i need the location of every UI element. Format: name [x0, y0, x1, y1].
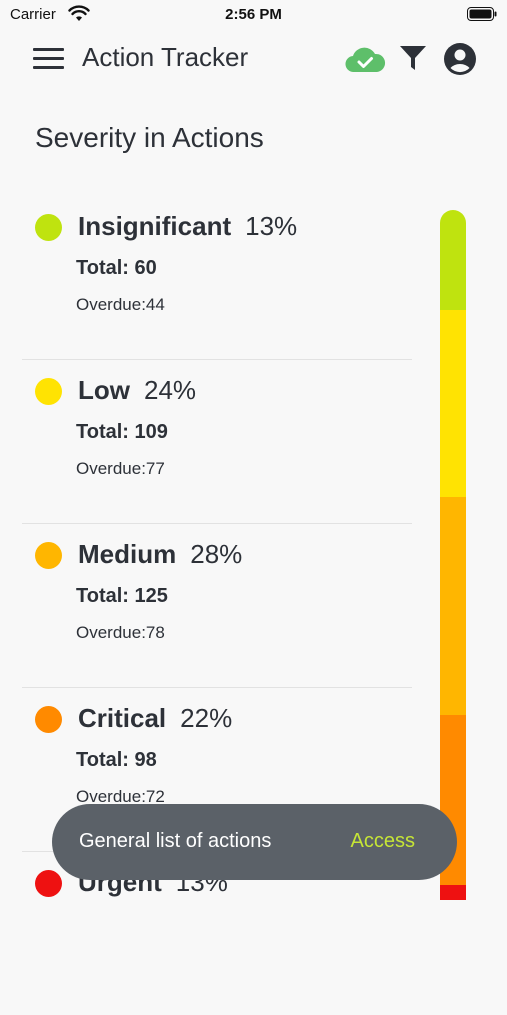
menu-icon[interactable]	[33, 48, 64, 70]
list-item-insignificant[interactable]: Insignificant 13% Total: 60 Overdue:44	[22, 196, 412, 360]
severity-dot	[35, 870, 62, 897]
snackbar: General list of actions Access	[52, 804, 457, 880]
severity-overdue: Overdue:44	[76, 295, 165, 314]
filter-icon[interactable]	[398, 43, 428, 73]
severity-name: Medium 28%	[78, 539, 243, 569]
severity-name: Critical 22%	[78, 703, 233, 733]
severity-overdue: Overdue:78	[76, 623, 165, 642]
severity-dot	[35, 542, 62, 569]
severity-percent: 24%	[144, 375, 197, 405]
severity-total: Total: 98	[76, 749, 157, 771]
severity-name: Insignificant 13%	[78, 211, 298, 241]
severity-list: Insignificant 13% Total: 60 Overdue:44 Lo…	[22, 196, 412, 1015]
section-title: Severity in Actions	[35, 122, 264, 153]
list-item-low[interactable]: Low 24% Total: 109 Overdue:77	[22, 360, 412, 524]
bar-segment-insignificant	[440, 210, 466, 310]
severity-overdue: Overdue:77	[76, 459, 165, 478]
severity-dot	[35, 706, 62, 733]
severity-dot	[35, 214, 62, 241]
bar-segment-medium	[440, 497, 466, 715]
app-bar: Action Tracker	[0, 30, 507, 86]
list-item-medium[interactable]: Medium 28% Total: 125 Overdue:78	[22, 524, 412, 688]
clock: 2:56 PM	[225, 6, 282, 23]
cloud-check-icon[interactable]	[344, 44, 386, 74]
snackbar-message: General list of actions	[79, 830, 272, 852]
battery-icon	[467, 7, 497, 21]
severity-total: Total: 60	[76, 257, 157, 279]
status-bar: Carrier 2:56 PM	[0, 0, 507, 30]
severity-total: Total: 109	[76, 421, 168, 443]
severity-total: Total: 125	[76, 585, 168, 607]
severity-dot	[35, 378, 62, 405]
severity-percent: 13%	[245, 211, 298, 241]
account-circle-icon[interactable]	[443, 42, 477, 76]
snackbar-access-button[interactable]: Access	[351, 830, 415, 853]
bar-segment-low	[440, 310, 466, 497]
severity-percent: 28%	[190, 539, 243, 569]
severity-name: Low 24%	[78, 375, 197, 405]
severity-stacked-bar	[440, 210, 466, 900]
app-title: Action Tracker	[82, 42, 249, 72]
severity-percent: 22%	[180, 703, 233, 733]
bar-segment-urgent	[440, 885, 466, 900]
